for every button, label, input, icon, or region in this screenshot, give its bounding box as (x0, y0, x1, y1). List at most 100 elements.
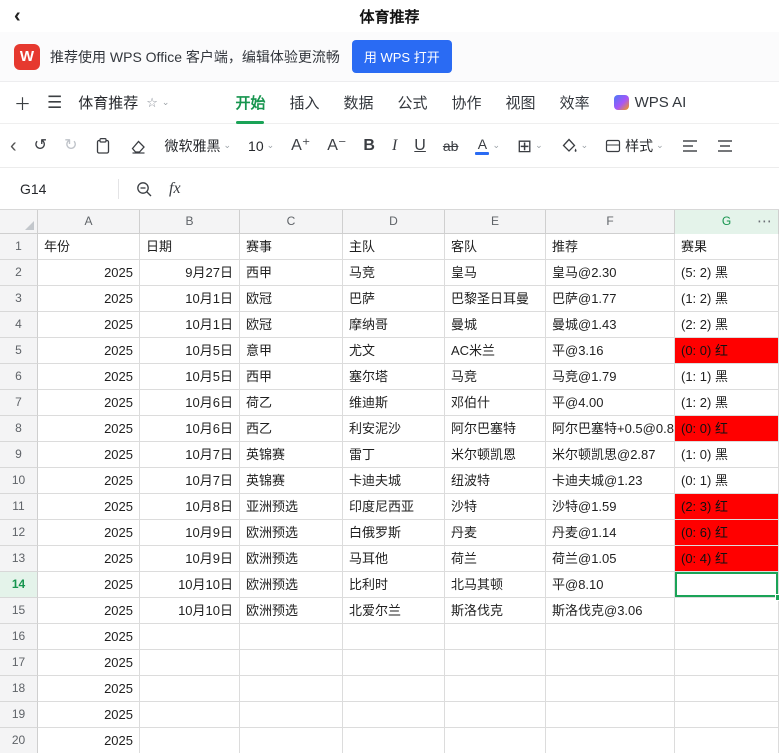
cell-C5[interactable]: 意甲 (240, 338, 343, 364)
cell-A10[interactable]: 2025 (38, 468, 140, 494)
formula-input[interactable] (197, 168, 779, 209)
row-header-11[interactable]: 11 (0, 494, 38, 520)
cell-C9[interactable]: 英锦赛 (240, 442, 343, 468)
italic-icon[interactable]: I (392, 138, 397, 154)
cell-C18[interactable] (240, 676, 343, 702)
cell-A11[interactable]: 2025 (38, 494, 140, 520)
cell-A15[interactable]: 2025 (38, 598, 140, 624)
column-header-F[interactable]: F (546, 210, 675, 234)
cell-G7[interactable]: (1: 2) 黑 (675, 390, 779, 416)
cell-D19[interactable] (343, 702, 445, 728)
cell-B10[interactable]: 10月7日 (140, 468, 240, 494)
zoom-icon[interactable] (135, 180, 153, 198)
cell-A9[interactable]: 2025 (38, 442, 140, 468)
cell-C8[interactable]: 西乙 (240, 416, 343, 442)
cell-C13[interactable]: 欧洲预选 (240, 546, 343, 572)
cell-A1[interactable]: 年份 (38, 234, 140, 260)
row-header-13[interactable]: 13 (0, 546, 38, 572)
cell-F4[interactable]: 曼城@1.43 (546, 312, 675, 338)
cell-G5[interactable]: (0: 0) 红 (675, 338, 779, 364)
cell-B2[interactable]: 9月27日 (140, 260, 240, 286)
star-icon[interactable]: ☆ (146, 95, 158, 111)
cell-C17[interactable] (240, 650, 343, 676)
cell-D15[interactable]: 北爱尔兰 (343, 598, 445, 624)
cell-G9[interactable]: (1: 0) 黑 (675, 442, 779, 468)
cell-C1[interactable]: 赛事 (240, 234, 343, 260)
row-header-2[interactable]: 2 (0, 260, 38, 286)
tab-公式[interactable]: 公式 (398, 82, 428, 124)
align-center-icon[interactable] (716, 137, 734, 155)
cell-A16[interactable]: 2025 (38, 624, 140, 650)
cell-A20[interactable]: 2025 (38, 728, 140, 753)
cell-B11[interactable]: 10月8日 (140, 494, 240, 520)
row-header-16[interactable]: 16 (0, 624, 38, 650)
cell-F13[interactable]: 荷兰@1.05 (546, 546, 675, 572)
cell-G18[interactable] (675, 676, 779, 702)
collapse-toolbar-icon[interactable]: ‹ (10, 136, 17, 156)
row-header-15[interactable]: 15 (0, 598, 38, 624)
row-header-5[interactable]: 5 (0, 338, 38, 364)
cell-E20[interactable] (445, 728, 546, 753)
cell-F1[interactable]: 推荐 (546, 234, 675, 260)
cell-G20[interactable] (675, 728, 779, 753)
cell-F8[interactable]: 阿尔巴塞特+0.5@0.8 (546, 416, 675, 442)
cell-E13[interactable]: 荷兰 (445, 546, 546, 572)
cell-G19[interactable] (675, 702, 779, 728)
underline-icon[interactable]: U (414, 138, 426, 154)
row-header-6[interactable]: 6 (0, 364, 38, 390)
tab-插入[interactable]: 插入 (289, 82, 319, 124)
tab-效率[interactable]: 效率 (560, 82, 590, 124)
cell-E19[interactable] (445, 702, 546, 728)
tab-数据[interactable]: 数据 (344, 82, 374, 124)
cell-D8[interactable]: 利安泥沙 (343, 416, 445, 442)
row-header-4[interactable]: 4 (0, 312, 38, 338)
cell-F6[interactable]: 马竞@1.79 (546, 364, 675, 390)
row-header-10[interactable]: 10 (0, 468, 38, 494)
cell-F3[interactable]: 巴萨@1.77 (546, 286, 675, 312)
cell-F11[interactable]: 沙特@1.59 (546, 494, 675, 520)
cell-D10[interactable]: 卡迪夫城 (343, 468, 445, 494)
cell-B9[interactable]: 10月7日 (140, 442, 240, 468)
back-icon[interactable]: ‹ (14, 6, 21, 26)
cell-C4[interactable]: 欧冠 (240, 312, 343, 338)
cell-B4[interactable]: 10月1日 (140, 312, 240, 338)
cell-E10[interactable]: 纽波特 (445, 468, 546, 494)
cell-D12[interactable]: 白俄罗斯 (343, 520, 445, 546)
cell-F5[interactable]: 平@3.16 (546, 338, 675, 364)
cell-A2[interactable]: 2025 (38, 260, 140, 286)
tab-开始[interactable]: 开始 (235, 82, 265, 124)
cell-E7[interactable]: 邓伯什 (445, 390, 546, 416)
cell-E11[interactable]: 沙特 (445, 494, 546, 520)
cell-F18[interactable] (546, 676, 675, 702)
open-in-wps-button[interactable]: 用 WPS 打开 (352, 40, 452, 73)
font-name-dropdown[interactable]: 微软雅黑 ⌄ (164, 139, 231, 153)
cell-G8[interactable]: (0: 0) 红 (675, 416, 779, 442)
cell-B5[interactable]: 10月5日 (140, 338, 240, 364)
row-header-12[interactable]: 12 (0, 520, 38, 546)
row-header-14[interactable]: 14 (0, 572, 38, 598)
cell-F16[interactable] (546, 624, 675, 650)
cell-G12[interactable]: (0: 6) 红 (675, 520, 779, 546)
row-header-7[interactable]: 7 (0, 390, 38, 416)
cell-B16[interactable] (140, 624, 240, 650)
cell-B20[interactable] (140, 728, 240, 753)
cell-G14[interactable] (675, 572, 779, 598)
cell-E14[interactable]: 北马其顿 (445, 572, 546, 598)
cell-F19[interactable] (546, 702, 675, 728)
document-title[interactable]: 体育推荐 (78, 92, 138, 113)
chevron-down-icon[interactable]: ⌄ (162, 97, 170, 108)
cell-C2[interactable]: 西甲 (240, 260, 343, 286)
cell-D17[interactable] (343, 650, 445, 676)
bold-icon[interactable]: B (363, 138, 375, 154)
cell-B1[interactable]: 日期 (140, 234, 240, 260)
cell-G10[interactable]: (0: 1) 黑 (675, 468, 779, 494)
cell-E1[interactable]: 客队 (445, 234, 546, 260)
cell-G3[interactable]: (1: 2) 黑 (675, 286, 779, 312)
cell-D2[interactable]: 马竞 (343, 260, 445, 286)
cell-G17[interactable] (675, 650, 779, 676)
cell-D20[interactable] (343, 728, 445, 753)
cell-D6[interactable]: 塞尔塔 (343, 364, 445, 390)
row-header-9[interactable]: 9 (0, 442, 38, 468)
cell-C16[interactable] (240, 624, 343, 650)
cell-A3[interactable]: 2025 (38, 286, 140, 312)
